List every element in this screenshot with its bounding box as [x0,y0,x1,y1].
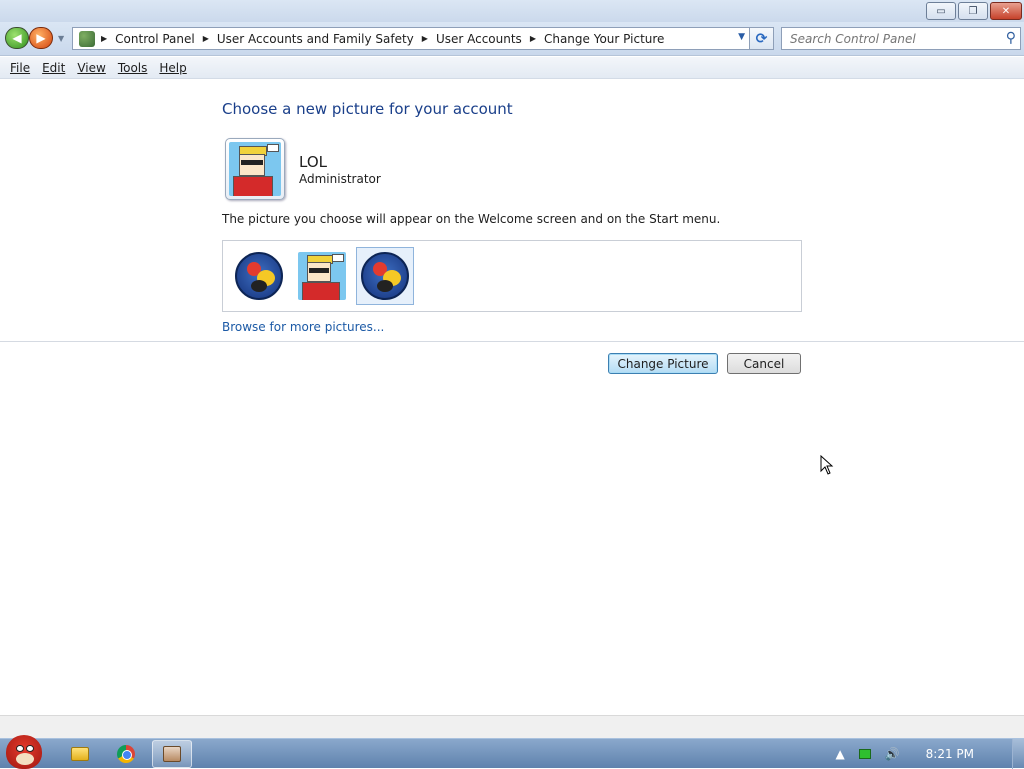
picture-option-selected[interactable] [356,247,414,305]
page-title: Choose a new picture for your account [222,100,513,118]
change-picture-button[interactable]: Change Picture [608,353,718,374]
taskbar-chrome[interactable] [106,740,146,768]
system-tray: ▲ 🔊 8:21 PM [821,739,1024,769]
search-icon[interactable]: ⚲ [1006,30,1016,46]
menu-tools[interactable]: Tools [118,61,148,75]
search-box[interactable]: ⚲ [781,27,1021,50]
breadcrumb-control-panel[interactable]: ▶ Control Panel [101,32,195,46]
refresh-button[interactable]: ⟳ [750,27,774,50]
address-dropdown-icon[interactable]: ▼ [738,32,745,42]
menu-help[interactable]: Help [159,61,186,75]
breadcrumb-change-your-picture[interactable]: ▶ Change Your Picture [530,32,665,46]
breadcrumb-user-accounts[interactable]: ▶ User Accounts [422,32,522,46]
folder-icon [71,747,89,761]
browse-more-pictures-link[interactable]: Browse for more pictures... [222,320,384,334]
status-bar [0,715,1024,738]
menu-edit[interactable]: Edit [42,61,65,75]
breadcrumb-arrow-icon[interactable]: ▶ [530,34,536,43]
divider [0,341,1024,342]
account-name: LOL [299,153,327,171]
address-toolbar: ◀ ▶ ▼ ▶ Control Panel ▶ User Accounts and … [0,22,1024,56]
taskbar: ▲ 🔊 8:21 PM [0,735,1024,769]
mouse-cursor-icon [820,455,834,475]
close-button[interactable]: ✕ [990,2,1022,20]
angry-birds-group-picture [235,252,283,300]
picture-option[interactable] [293,247,351,305]
angry-birds-group-picture [361,252,409,300]
content-pane: Choose a new picture for your account LO… [0,80,1024,715]
cancel-button[interactable]: Cancel [727,353,801,374]
control-panel-icon [79,30,95,47]
back-button[interactable]: ◀ [5,27,29,49]
breadcrumb-arrow-icon[interactable]: ▶ [101,34,107,43]
control-panel-icon [163,746,181,762]
breadcrumb-arrow-icon[interactable]: ▶ [203,34,209,43]
recent-pages-chevron-icon[interactable]: ▼ [58,34,64,43]
current-account-picture [225,138,285,200]
picture-gallery [222,240,802,312]
volume-icon[interactable]: 🔊 [885,747,900,761]
taskbar-control-panel[interactable] [152,740,192,768]
minimize-button[interactable]: ▭ [926,2,956,20]
refresh-icon: ⟳ [755,30,768,47]
show-desktop-button[interactable] [1012,739,1024,769]
sunglasses-man-picture [298,252,346,300]
picture-description: The picture you choose will appear on th… [222,212,721,226]
taskbar-explorer[interactable] [60,740,100,768]
search-input[interactable] [790,31,990,46]
clock[interactable]: 8:21 PM [926,747,974,761]
menu-file[interactable]: File [10,61,30,75]
forward-button[interactable]: ▶ [29,27,53,49]
breadcrumb-user-accounts-family-safety[interactable]: ▶ User Accounts and Family Safety [203,32,414,46]
start-button[interactable] [2,731,48,769]
picture-option[interactable] [230,247,288,305]
forward-arrow-icon: ▶ [36,31,46,45]
maximize-button[interactable]: ❐ [958,2,988,20]
chrome-icon [117,745,135,763]
menu-view[interactable]: View [77,61,105,75]
menu-bar: File Edit View Tools Help [0,57,1024,79]
show-hidden-icons-icon[interactable]: ▲ [835,747,844,761]
back-arrow-icon: ◀ [12,31,22,45]
explorer-window: ▭ ❐ ✕ ◀ ▶ ▼ ▶ Control Panel ▶ User Account… [0,0,1024,738]
address-bar[interactable]: ▶ Control Panel ▶ User Accounts and Family… [72,27,750,50]
title-bar: ▭ ❐ ✕ [0,0,1024,22]
breadcrumb-arrow-icon[interactable]: ▶ [422,34,428,43]
sunglasses-man-picture [229,142,281,196]
battery-icon[interactable] [858,749,871,759]
account-type: Administrator [299,172,381,186]
